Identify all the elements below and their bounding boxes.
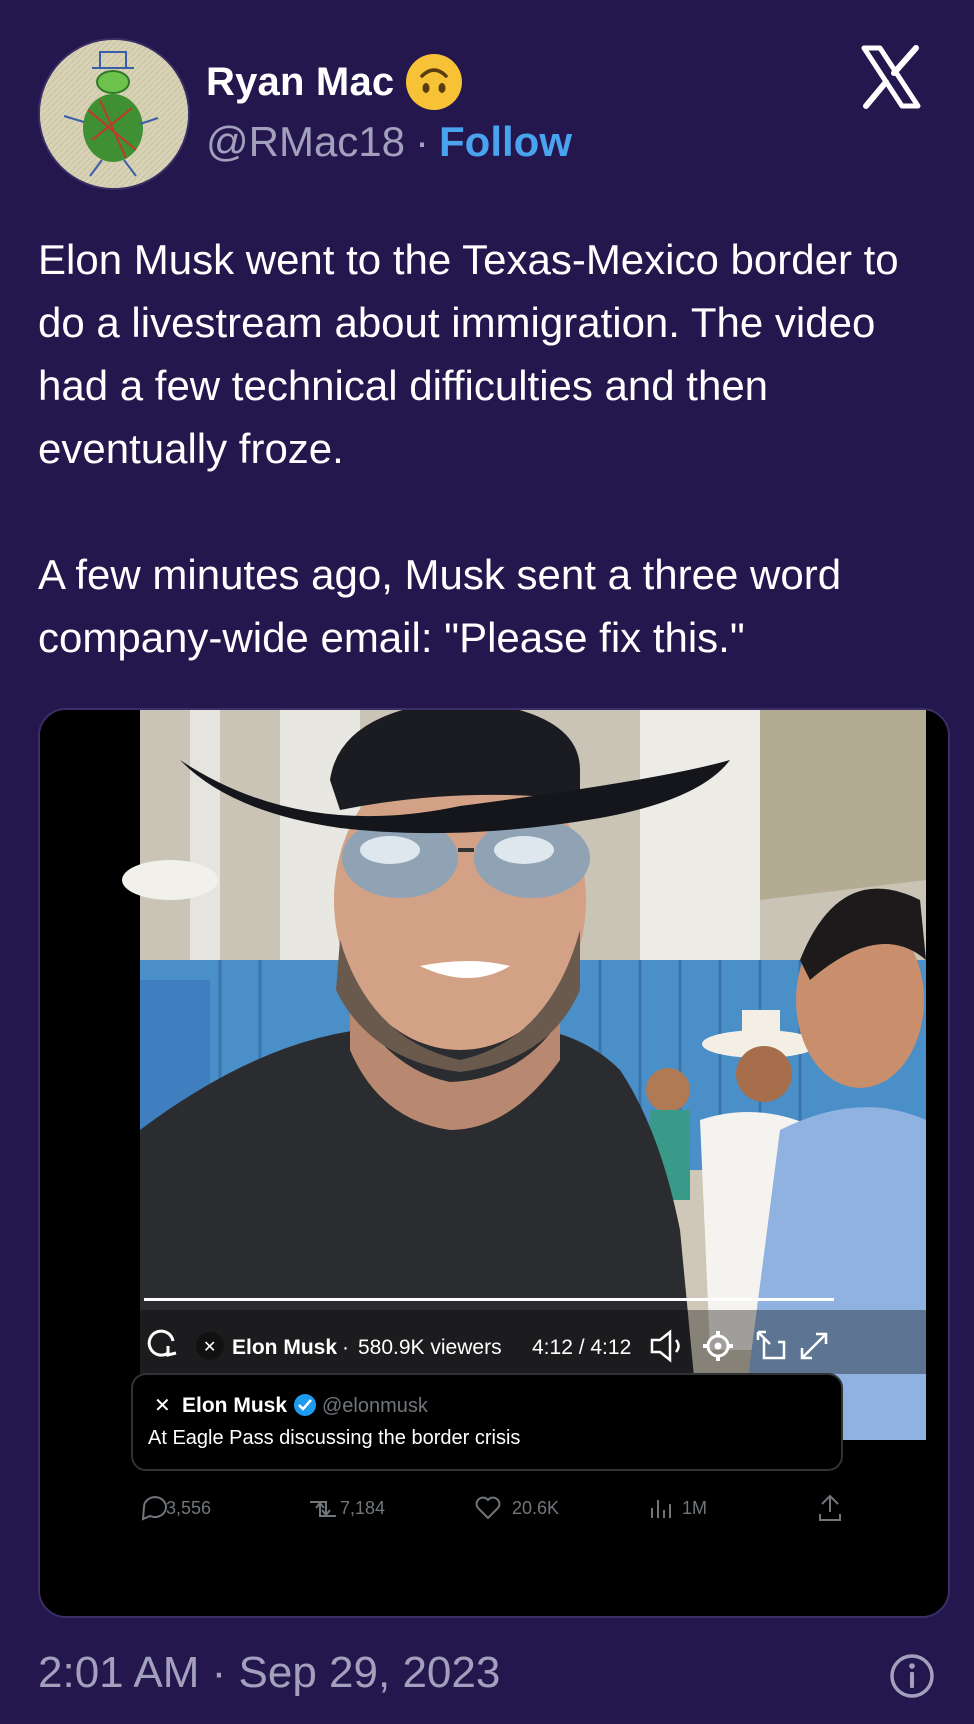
views-count: 1M [682, 1498, 707, 1518]
player-time: 4:12 / 4:12 [532, 1336, 631, 1359]
likes-count: 20.6K [512, 1498, 559, 1518]
quoted-post[interactable]: ✕ Elon Musk @elonmusk At Eagle Pass disc… [131, 1373, 843, 1471]
video-controls: ✕ Elon Musk · 580.9K viewers 4:12 / 4:12 [140, 1310, 926, 1374]
avatar-drawing [40, 40, 188, 188]
video-progress-bar[interactable] [144, 1298, 834, 1301]
player-viewers: 580.9K viewers [358, 1336, 502, 1359]
player-streamer[interactable]: Elon Musk [232, 1336, 337, 1359]
quoted-x-icon: ✕ [154, 1395, 171, 1417]
media-screenshot: ✕ Elon Musk · 580.9K viewers 4:12 / 4:12 [40, 710, 948, 1616]
tweet-text: Elon Musk went to the Texas-Mexico borde… [38, 228, 948, 669]
tweet-media[interactable]: ✕ Elon Musk · 580.9K viewers 4:12 / 4:12 [38, 708, 950, 1618]
tweet-timestamp[interactable]: 2:01 AM · Sep 29, 2023 [38, 1648, 500, 1698]
quoted-text: At Eagle Pass discussing the border cris… [148, 1427, 520, 1449]
x-avatar-glyph: ✕ [203, 1339, 216, 1356]
tweet-card: Ryan Mac @RMac18 · Follow Elon Musk went… [0, 0, 974, 1724]
author-handle-row: @RMac18 · Follow [206, 118, 572, 166]
replies-count: 3,556 [166, 1498, 211, 1518]
tweet-paragraph-2: A few minutes ago, Musk sent a three wor… [38, 551, 842, 661]
author-name-row[interactable]: Ryan Mac [206, 54, 463, 110]
info-icon[interactable] [888, 1652, 936, 1700]
upside-down-face-emoji [406, 54, 463, 110]
quoted-name[interactable]: Elon Musk [182, 1394, 287, 1417]
author-name[interactable]: Ryan Mac [206, 60, 394, 105]
quoted-handle[interactable]: @elonmusk [322, 1395, 429, 1417]
x-logo-icon[interactable] [858, 44, 924, 110]
separator: · [415, 118, 430, 165]
tweet-paragraph-1: Elon Musk went to the Texas-Mexico borde… [38, 236, 899, 472]
verified-badge-icon [294, 1394, 316, 1416]
author-avatar[interactable] [38, 38, 190, 190]
author-handle[interactable]: @RMac18 [206, 118, 405, 166]
player-separator: · [342, 1336, 349, 1359]
reposts-count: 7,184 [340, 1498, 385, 1518]
follow-button[interactable]: Follow [439, 118, 572, 166]
